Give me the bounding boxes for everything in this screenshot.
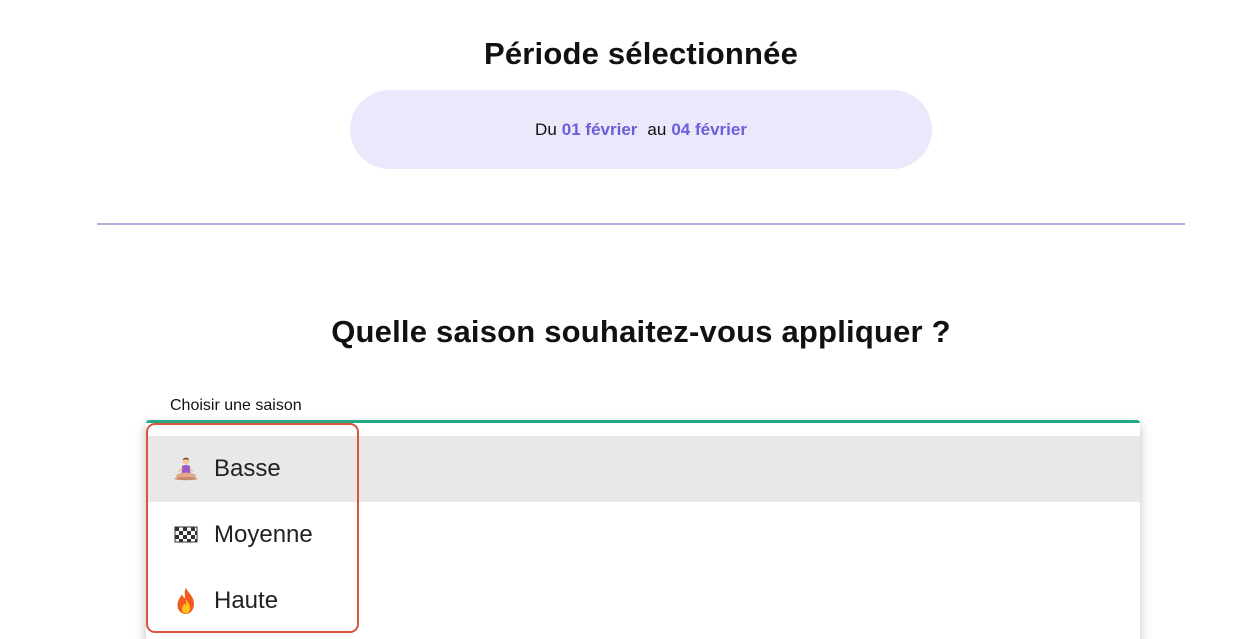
- period-from-prefix: Du: [535, 119, 557, 139]
- season-option-moyenne[interactable]: Moyenne: [146, 502, 1140, 568]
- season-settings-page: Période sélectionnée Du 01 février au 04 fé…: [0, 0, 1249, 639]
- season-option-label: Moyenne: [214, 521, 313, 548]
- fire-icon: [172, 587, 200, 615]
- season-question: Quelle saison souhaitez-vous appliquer ?: [331, 314, 951, 349]
- season-dropdown-menu: Basse Moyenne Haute: [146, 423, 1140, 639]
- period-to-date: 04 février: [671, 119, 747, 139]
- season-option-haute[interactable]: Haute: [146, 568, 1140, 634]
- season-option-basse[interactable]: Basse: [146, 436, 1140, 502]
- period-from-date: 01 février: [561, 119, 638, 139]
- season-field-label: Choisir une saison: [170, 397, 302, 414]
- checkered-flag-icon: [172, 524, 200, 546]
- section-divider: [97, 223, 1185, 225]
- season-option-label: Haute: [214, 587, 279, 614]
- meditating-person-icon: [172, 456, 200, 482]
- period-to-prefix: au: [647, 119, 667, 139]
- period-summary: Du 01 février au 04 février: [350, 90, 932, 169]
- season-option-label: Basse: [214, 455, 281, 482]
- period-title: Période sélectionnée: [483, 36, 799, 71]
